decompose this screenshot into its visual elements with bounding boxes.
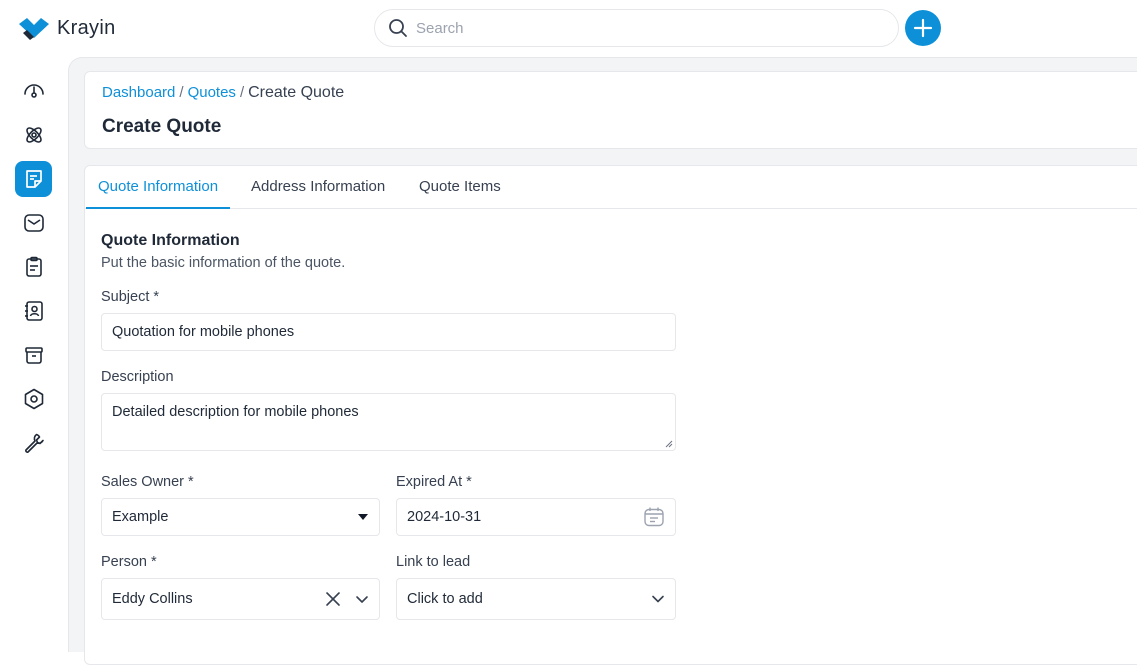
breadcrumb-dashboard[interactable]: Dashboard: [102, 84, 175, 101]
quick-create-button[interactable]: [905, 10, 941, 46]
wrench-icon: [24, 433, 44, 453]
tab-address-information[interactable]: Address Information: [239, 166, 397, 209]
plus-icon: [913, 18, 933, 38]
products-icon: [24, 347, 43, 364]
sidebar-item-activities[interactable]: [15, 249, 52, 285]
breadcrumb-separator: /: [239, 84, 245, 101]
search-input[interactable]: [416, 19, 876, 37]
chevron-down-icon: [652, 595, 664, 603]
tab-bar: Quote Information Address Information Qu…: [85, 166, 1137, 209]
breadcrumb-separator: /: [179, 84, 184, 101]
mail-icon: [23, 214, 44, 232]
app-name: Krayin: [57, 16, 116, 39]
person-field-wrapper[interactable]: Eddy Collins: [101, 578, 380, 620]
section-title: Quote Information: [101, 232, 240, 249]
caret-down-icon: [358, 514, 368, 520]
description-label: Description: [101, 369, 174, 385]
section-subtitle: Put the basic information of the quote.: [101, 255, 346, 271]
expired-at-field-wrapper: [396, 498, 676, 536]
sidebar-item-products[interactable]: [15, 337, 52, 373]
quote-form: Quote Information Address Information Qu…: [84, 165, 1137, 665]
calendar-icon[interactable]: [643, 506, 665, 528]
description-textarea[interactable]: Detailed description for mobile phones: [112, 404, 675, 436]
dashboard-icon: [23, 84, 44, 98]
logo[interactable]: Krayin: [17, 16, 116, 40]
sales-owner-select[interactable]: Example: [101, 498, 380, 536]
sidebar-item-quotes[interactable]: [15, 161, 52, 197]
contacts-icon: [24, 301, 43, 321]
expired-at-input[interactable]: [407, 509, 675, 525]
subject-label: Subject *: [101, 289, 160, 305]
tab-quote-information[interactable]: Quote Information: [86, 166, 231, 209]
sidebar-item-contacts[interactable]: [15, 293, 52, 329]
sidebar-item-configuration[interactable]: [15, 425, 52, 461]
person-value: Eddy Collins: [112, 591, 193, 607]
sidebar-item-mail[interactable]: [15, 205, 52, 241]
sidebar-item-dashboard[interactable]: [15, 73, 52, 109]
sales-owner-value: Example: [112, 509, 169, 525]
search-bar[interactable]: [374, 9, 899, 47]
expired-at-label: Expired At *: [396, 474, 472, 490]
tab-quote-items[interactable]: Quote Items: [407, 166, 513, 209]
page-header: Dashboard / Quotes / Create Quote Create Quo…: [84, 71, 1137, 149]
chevron-down-icon[interactable]: [355, 595, 369, 604]
sidebar-item-leads[interactable]: [15, 117, 52, 153]
sidebar-item-settings[interactable]: [15, 381, 52, 417]
subject-input[interactable]: [112, 324, 675, 340]
person-label: Person *: [101, 554, 157, 570]
krayin-logo-icon: [19, 18, 49, 40]
breadcrumb-quotes[interactable]: Quotes: [188, 84, 236, 101]
settings-icon: [24, 388, 43, 410]
top-bar: Krayin: [0, 0, 1137, 57]
sidebar: [0, 57, 68, 652]
page-title: Create Quote: [102, 116, 222, 137]
leads-icon: [25, 127, 42, 143]
activities-icon: [25, 256, 42, 277]
search-icon: [389, 19, 407, 37]
sales-owner-label: Sales Owner *: [101, 474, 194, 490]
subject-field-wrapper: [101, 313, 676, 351]
link-to-lead-select[interactable]: Click to add: [396, 578, 676, 620]
quotes-icon: [25, 170, 42, 188]
link-to-lead-label: Link to lead: [396, 554, 471, 570]
resize-handle-icon[interactable]: [665, 440, 673, 448]
clear-icon[interactable]: [325, 591, 341, 607]
link-to-lead-value: Click to add: [407, 591, 483, 607]
breadcrumb: Dashboard / Quotes / Create Quote: [102, 84, 344, 102]
description-field-wrapper: Detailed description for mobile phones: [101, 393, 676, 451]
breadcrumb-current: Create Quote: [248, 84, 345, 101]
